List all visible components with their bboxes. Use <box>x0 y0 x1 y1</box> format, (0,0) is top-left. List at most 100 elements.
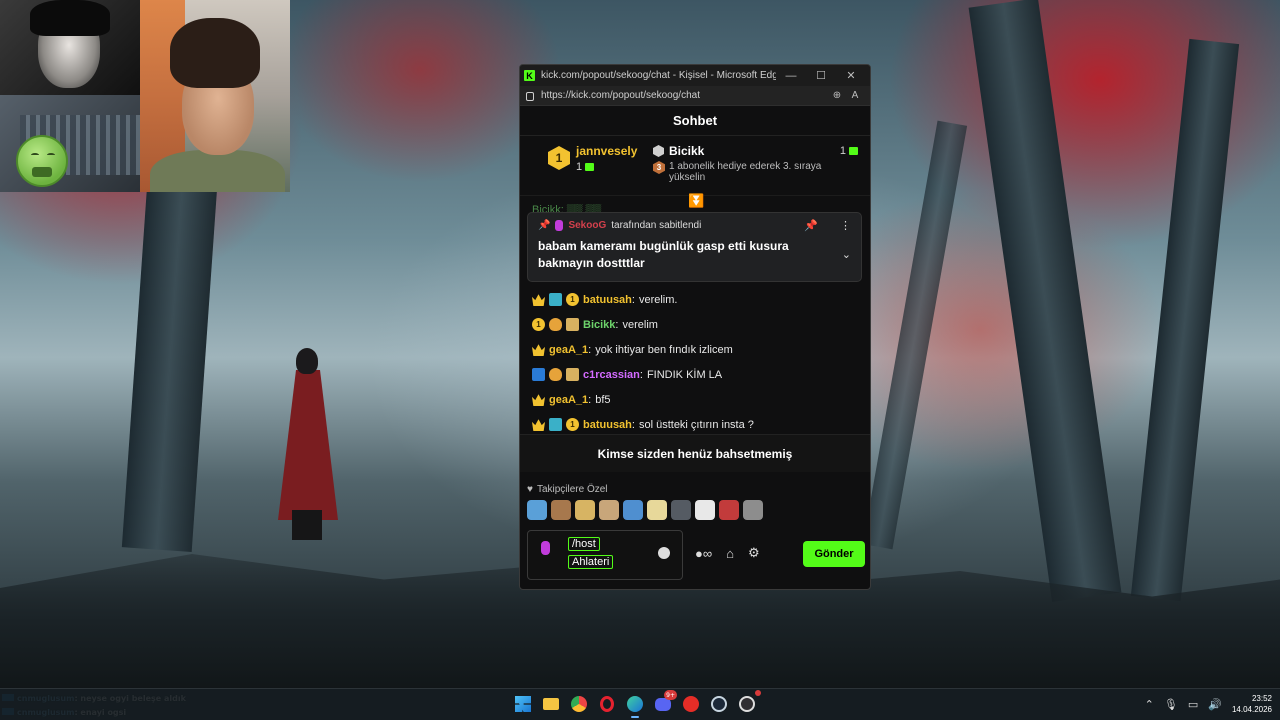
opera-icon[interactable] <box>596 693 618 715</box>
pinned-by-user[interactable]: SekooG <box>568 220 606 231</box>
message-text: yok ihtiyar ben fındık izlicem <box>595 343 733 356</box>
chrome-icon[interactable] <box>568 693 590 715</box>
address-bar[interactable]: https://kick.com/popout/sekoog/chat ⊕ A <box>520 86 870 106</box>
message-username[interactable]: c1rcassian <box>583 369 640 381</box>
emote-icon[interactable] <box>551 500 571 520</box>
windows-logo-icon <box>515 696 531 712</box>
window-title: kick.com/popout/sekoog/chat - Kişisel - … <box>541 70 776 81</box>
chat-message[interactable]: 1 Bicikk: verelim <box>532 312 864 337</box>
one-badge-icon: 1 <box>532 318 545 331</box>
zoom-icon[interactable]: ⊕ <box>828 90 846 101</box>
channel-points-icon[interactable]: ●∞ <box>695 546 712 561</box>
gift-leader[interactable]: 1 jannvesely 1 <box>548 144 643 195</box>
message-username[interactable]: geaA_1 <box>549 344 588 356</box>
read-aloud-icon[interactable]: A <box>846 90 864 101</box>
steam-icon[interactable] <box>708 693 730 715</box>
obs-icon[interactable] <box>736 690 761 715</box>
chat-message[interactable]: c1rcassian: FINDIK KİM LA <box>532 362 864 387</box>
more-options-icon[interactable]: ⋮ <box>840 219 851 232</box>
emote-icon[interactable] <box>623 500 643 520</box>
message-username[interactable]: batuusah <box>583 419 632 431</box>
pinned-by-suffix: tarafından sabitlendi <box>611 220 702 231</box>
send-button[interactable]: Gönder <box>803 541 865 567</box>
chat-message[interactable]: 1 batuusah: sol üstteki çıtırın insta ? <box>532 412 864 434</box>
youtube-music-icon[interactable] <box>680 693 702 715</box>
emote-section: ♥ Takipçilere Özel <box>527 484 867 520</box>
emote-icon[interactable] <box>743 500 763 520</box>
clock[interactable]: 23:52 14.04.2026 <box>1232 693 1272 715</box>
discord-icon[interactable]: 9+ <box>652 690 677 715</box>
message-separator: : <box>631 293 635 306</box>
input-text-line-1: /host <box>568 537 600 551</box>
kick-logo-icon: K <box>524 70 535 81</box>
maximize-button[interactable]: ☐ <box>806 69 836 82</box>
chat-header: Sohbet <box>520 106 870 136</box>
message-username[interactable]: batuusah <box>583 294 632 306</box>
emote-icon[interactable] <box>575 500 595 520</box>
emote-icon[interactable] <box>527 500 547 520</box>
lock-icon[interactable] <box>526 92 534 101</box>
crown-badge-icon <box>532 419 545 431</box>
unpin-icon[interactable]: 📌 <box>804 219 818 232</box>
gift-leader-count: 1 <box>576 161 637 173</box>
edge-popout-window: K kick.com/popout/sekoog/chat - Kişisel … <box>519 64 871 590</box>
message-text: verelim <box>622 318 658 331</box>
gift-notice-username: Bicikk <box>669 144 705 158</box>
emote-icon[interactable] <box>719 500 739 520</box>
taskbar-apps: 9+ <box>512 690 761 718</box>
clock-time: 23:52 <box>1251 694 1272 703</box>
medal-badge-icon <box>549 318 562 331</box>
chat-message[interactable]: geaA_1: yok ihtiyar ben fındık izlicem <box>532 337 864 362</box>
message-username[interactable]: Bicikk <box>583 319 615 331</box>
tree-trunk <box>1130 38 1240 602</box>
window-titlebar: K kick.com/popout/sekoog/chat - Kişisel … <box>520 65 870 86</box>
sub-badge-icon <box>549 418 562 431</box>
mentions-panel: Kimse sizden henüz bahsetmemiş <box>520 434 870 472</box>
chat-messages[interactable]: Bicikk: ▒▒ ▒▒ 📌 SekooG tarafından sabitl… <box>520 202 870 434</box>
gift-badge-icon <box>566 318 579 331</box>
gift-notice-user[interactable]: Bicikk <box>653 144 704 158</box>
notification-badge: 9+ <box>664 690 677 700</box>
gift-leaderboard: 1 jannvesely 1 Bicikk 1 3 1 abonelik hed… <box>520 136 870 196</box>
emote-icon[interactable] <box>599 500 619 520</box>
start-button[interactable] <box>512 693 534 715</box>
broadcaster-badge-icon <box>555 220 564 231</box>
emote-icon[interactable] <box>671 500 691 520</box>
edge-icon[interactable] <box>624 693 646 718</box>
emote-icon[interactable] <box>695 500 715 520</box>
pin-icon: 📌 <box>538 220 551 231</box>
file-explorer-icon[interactable] <box>540 693 562 715</box>
chat-message[interactable]: geaA_1: bf5 <box>532 387 864 412</box>
message-text: sol üstteki çıtırın insta ? <box>638 418 754 431</box>
message-separator: : <box>615 318 619 331</box>
emoji-picker-icon[interactable] <box>658 547 670 559</box>
rank-3-badge: 3 <box>653 161 665 174</box>
chevron-down-icon[interactable]: ⌄ <box>842 248 851 272</box>
message-separator: : <box>639 368 643 381</box>
message-username[interactable]: geaA_1 <box>549 394 588 406</box>
microphone-icon[interactable]: 🎙 <box>1164 698 1178 711</box>
network-icon[interactable]: ▭ <box>1188 698 1198 711</box>
crown-badge-icon <box>532 394 545 406</box>
tree-trunk <box>862 120 968 550</box>
message-separator: : <box>588 343 592 356</box>
hexagon-icon <box>653 145 664 157</box>
gift-leader-username: jannvesely <box>576 144 638 158</box>
minimize-button[interactable]: — <box>776 70 806 82</box>
store-icon[interactable]: ⌂ <box>726 546 734 561</box>
settings-gear-icon[interactable]: ⚙ <box>748 545 760 561</box>
chevron-up-icon[interactable]: ⌃ <box>1145 698 1154 711</box>
close-button[interactable]: ✕ <box>836 69 866 82</box>
message-text: verelim. <box>638 293 678 306</box>
pinned-message[interactable]: 📌 SekooG tarafından sabitlendi 📌 ⋮ babam… <box>527 212 862 282</box>
webcam-main <box>140 0 290 192</box>
subscription-icon <box>585 163 595 171</box>
url-text: https://kick.com/popout/sekoog/chat <box>541 90 700 101</box>
webcam-secondary <box>0 0 140 95</box>
one-badge-icon: 1 <box>566 418 579 431</box>
chat-input[interactable]: /host Ahlateri <box>527 530 683 580</box>
emote-icon[interactable] <box>647 500 667 520</box>
chat-message[interactable]: 1 batuusah: verelim. <box>532 287 864 312</box>
samurai-figure <box>268 340 338 540</box>
volume-icon[interactable]: 🔊 <box>1208 698 1222 711</box>
